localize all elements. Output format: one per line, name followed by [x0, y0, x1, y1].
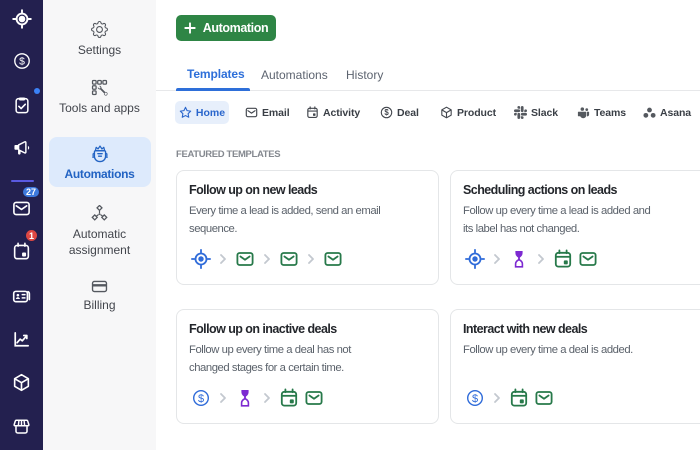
svg-text:$: $ — [198, 393, 204, 405]
svg-text:$: $ — [19, 57, 25, 68]
svg-text:$: $ — [472, 393, 478, 405]
svg-text:$: $ — [384, 108, 389, 117]
